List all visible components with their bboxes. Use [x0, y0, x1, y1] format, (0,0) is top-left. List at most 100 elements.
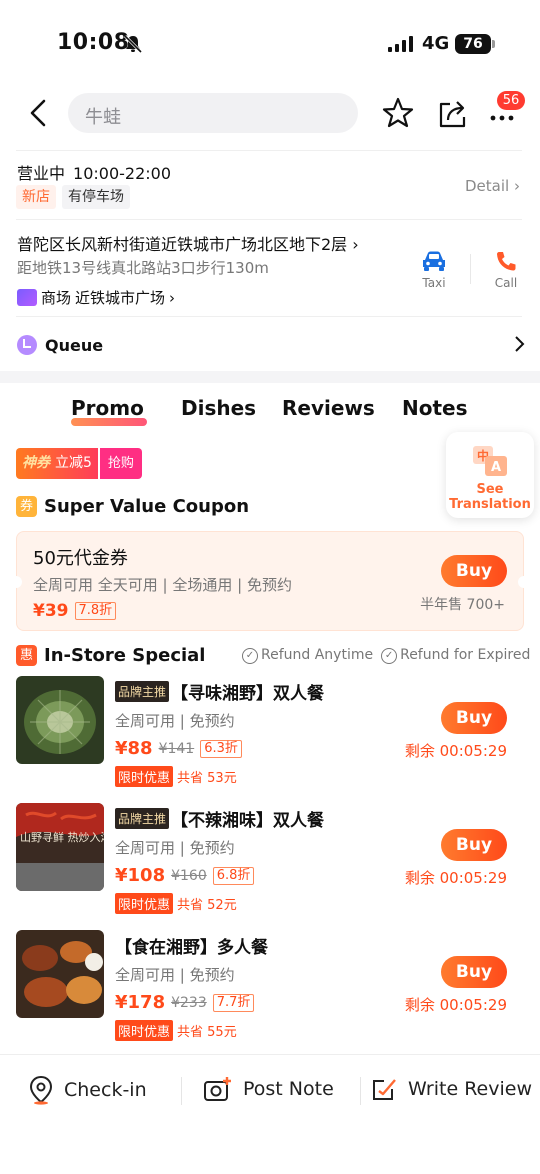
chevron-right-icon: ›: [509, 177, 520, 195]
deal-price-row: ¥88 ¥141 6.3折: [115, 738, 242, 759]
star-favorite-icon[interactable]: [381, 96, 415, 130]
divider: [16, 219, 522, 220]
write-review-label: Write Review: [408, 1078, 532, 1100]
deal-availability: 全周可用 | 免预约: [115, 712, 235, 730]
brand-tag: 品牌主推: [115, 808, 170, 829]
call-label: Call: [494, 276, 518, 290]
business-hours: 营业中 10:00-22:00: [17, 160, 171, 184]
call-button[interactable]: Call: [476, 250, 536, 290]
hours-text: 10:00-22:00: [73, 164, 172, 183]
deal-countdown: 剩余 00:05:29: [404, 869, 507, 887]
instore-title: In-Store Special: [44, 645, 206, 666]
bottom-action-bar: Check-in Post Note Write Review: [0, 1054, 540, 1124]
mall-name: 近铁城市广场: [75, 289, 166, 307]
svg-text:A: A: [491, 460, 501, 475]
coupon-notch: [518, 576, 530, 588]
divider: [470, 254, 471, 284]
deal-title: 【食在湘野】多人餐: [115, 938, 268, 958]
deal-old-price: ¥160: [171, 867, 207, 884]
coupon-availability: 全周可用 全天可用 | 全场通用 | 免预约: [33, 576, 292, 594]
coupon-sold-count: 半年售 700+: [420, 597, 505, 613]
address-link[interactable]: 普陀区长风新村街道近铁城市广场北区地下2层 ›: [17, 231, 359, 255]
instore-heading: 惠 In-Store Special: [16, 645, 205, 666]
checkin-button[interactable]: Check-in: [28, 1075, 147, 1105]
promo-brand: 神券: [22, 455, 50, 471]
status-time: 10:08: [57, 30, 130, 55]
coupon-price: ¥39: [33, 601, 69, 621]
coupon-card[interactable]: 50元代金券 全周可用 全天可用 | 全场通用 | 免预约 ¥39 7.8折 B…: [10, 531, 530, 631]
deal-image: [16, 930, 104, 1018]
refund-anytime: Refund Anytime: [242, 647, 373, 664]
promo-badge[interactable]: 神券 立减5 抢购: [16, 448, 142, 479]
deal-price-row: ¥108 ¥160 6.8折: [115, 865, 255, 886]
tab-dishes[interactable]: Dishes: [181, 396, 256, 420]
coupon-buy-button[interactable]: Buy: [441, 555, 507, 587]
signal-icon: [388, 36, 413, 52]
status-bar: 10:08 4G 76: [0, 0, 540, 88]
deal-title-row: 品牌主推 【不辣湘味】双人餐: [115, 806, 324, 831]
deal-buy-button[interactable]: Buy: [441, 829, 507, 861]
edit-review-icon: [373, 1079, 396, 1100]
deal-item[interactable]: 山野寻鲜 热炒入湘 品牌主推 【不辣湘味】双人餐 全周可用 | 免预约 ¥108…: [0, 803, 540, 923]
super-coupon-heading: 券 Super Value Coupon: [16, 496, 249, 517]
phone-icon: [497, 252, 516, 271]
subway-distance: 距地铁13号线真北路站3口步行130m: [17, 259, 269, 277]
taxi-button[interactable]: Taxi: [404, 250, 464, 290]
section-gap: [0, 371, 540, 383]
deal-discount: 7.7折: [212, 993, 255, 1012]
deal-savings: 限时优惠 共省 55元: [115, 1020, 237, 1041]
nav-header: 牛蛙 56: [0, 88, 540, 140]
tab-reviews[interactable]: Reviews: [282, 396, 375, 420]
deal-buy-button[interactable]: Buy: [441, 956, 507, 988]
notification-badge: 56: [497, 91, 525, 110]
queue-row[interactable]: Queue: [17, 332, 525, 358]
detail-link[interactable]: Detail ›: [465, 177, 520, 195]
chevron-right-icon: ›: [347, 235, 359, 254]
translate-icon: 中 A: [473, 446, 507, 476]
deal-image-caption: 山野寻鲜 热炒入湘: [20, 830, 104, 844]
mall-icon: [17, 289, 37, 306]
tab-promo[interactable]: Promo: [71, 396, 144, 420]
limited-offer-tag: 限时优惠: [115, 1020, 174, 1041]
tab-bar: Promo Dishes Reviews Notes: [0, 396, 540, 436]
mall-link[interactable]: 商场 近铁城市广场 ›: [17, 287, 175, 308]
search-query: 牛蛙: [85, 107, 121, 128]
deal-old-price: ¥233: [171, 994, 207, 1011]
divider: [16, 150, 522, 151]
coupon-discount: 7.8折: [74, 602, 117, 620]
see-translation-button[interactable]: 中 A See Translation: [446, 432, 534, 518]
open-status: 营业中: [17, 164, 66, 183]
deal-savings: 限时优惠 共省 52元: [115, 893, 237, 914]
deal-discount: 6.8折: [212, 866, 255, 885]
limited-offer-tag: 限时优惠: [115, 766, 174, 787]
promo-badge-main: 神券 立减5: [16, 448, 98, 479]
deal-countdown: 剩余 00:05:29: [404, 996, 507, 1014]
tab-notes[interactable]: Notes: [402, 396, 468, 420]
deal-item[interactable]: 【食在湘野】多人餐 全周可用 | 免预约 ¥178 ¥233 7.7折 限时优惠…: [0, 930, 540, 1050]
network-type: 4G: [422, 33, 450, 54]
share-icon[interactable]: [436, 96, 470, 130]
chevron-right-icon: [515, 336, 525, 352]
deal-image: 山野寻鲜 热炒入湘: [16, 803, 104, 891]
promo-grab-button[interactable]: 抢购: [99, 448, 142, 479]
refund-policies: Refund Anytime Refund for Expired: [242, 647, 530, 664]
coupon-icon: 券: [16, 496, 37, 517]
super-coupon-title: Super Value Coupon: [44, 496, 250, 517]
deal-buy-button[interactable]: Buy: [441, 702, 507, 734]
bell-muted-icon: [123, 34, 143, 54]
deal-savings: 限时优惠 共省 53元: [115, 766, 237, 787]
translation-label-1: See: [476, 482, 504, 497]
deal-discount: 6.3折: [200, 739, 242, 758]
clock-icon: [17, 335, 37, 355]
limited-offer-tag: 限时优惠: [115, 893, 174, 914]
translation-label-2: Translation: [449, 497, 531, 512]
chevron-right-icon: ›: [169, 288, 176, 307]
back-arrow-icon[interactable]: [22, 96, 56, 130]
deal-item[interactable]: 品牌主推 【寻味湘野】双人餐 全周可用 | 免预约 ¥88 ¥141 6.3折 …: [0, 676, 540, 796]
write-review-button[interactable]: Write Review: [370, 1075, 532, 1103]
post-note-button[interactable]: Post Note: [203, 1075, 334, 1103]
search-bar[interactable]: 牛蛙: [68, 93, 358, 133]
deal-title: 【寻味湘野】双人餐: [171, 684, 325, 704]
special-icon: 惠: [16, 645, 37, 666]
promo-text: 立减5: [55, 455, 92, 471]
